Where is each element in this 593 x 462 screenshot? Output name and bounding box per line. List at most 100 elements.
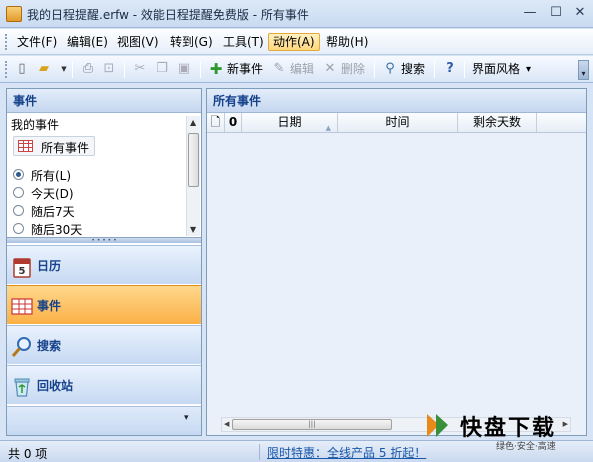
column-type[interactable]: 🗋 [207,113,225,132]
promo-link[interactable]: 限时特惠：全线产品 5 折起！ [267,444,426,461]
vertical-scrollbar[interactable]: ▲ ▼ [186,116,200,236]
edit-button[interactable]: 编辑 [290,61,314,78]
filter-label: 随后30天 [31,223,83,237]
menu-tools[interactable]: 工具(T) [219,33,268,51]
menu-action[interactable]: 动作(A) [268,33,320,51]
radio-icon [13,223,24,234]
menu-view[interactable]: 视图(V) [113,33,163,51]
scroll-thumb[interactable] [188,133,199,187]
filter-label: 随后7天 [31,205,75,219]
item-count: 共 0 项 [8,447,48,461]
chevron-down-icon[interactable]: ▾ [526,61,531,78]
left-pane-header: 事件 [7,89,201,113]
events-list-header: 所有事件 [207,89,586,113]
pane-splitter[interactable]: • • • • • [7,237,201,244]
search-button[interactable]: 搜索 [401,61,425,78]
menu-grip[interactable] [5,34,7,50]
nav-recycle-bin-label: 回收站 [37,379,74,393]
help-icon[interactable]: ? [442,61,458,77]
calendar-icon: 5 [11,256,33,278]
open-dropdown-icon[interactable]: ▼ [56,61,72,77]
recycle-bin-icon [11,376,33,398]
column-days-left-label: 剩余天数 [472,115,521,129]
cut-icon[interactable]: ✂ [132,61,148,77]
scroll-thumb[interactable]: ||| [232,419,392,430]
radio-icon [13,169,24,180]
menu-goto[interactable]: 转到(G) [166,33,217,51]
menu-edit[interactable]: 编辑(E) [63,33,112,51]
column-time[interactable]: 时间 [338,113,458,132]
scroll-left-icon[interactable]: ◀ [224,420,229,428]
nav-search[interactable]: 搜索 [7,325,201,364]
edit-icon[interactable]: ✎ [271,61,287,77]
print-icon[interactable]: ⎙ [80,61,96,77]
toolbar-overflow-button[interactable]: ▾ [578,60,589,80]
magnifier-icon [11,336,33,358]
event-grid-icon [11,296,33,318]
watermark-logo-icon [427,414,448,437]
paperclip-icon: 0 [228,115,238,129]
site-watermark: 快盘下载 绿色·安全·高速 [420,404,590,458]
copy-icon[interactable]: ❐ [154,61,170,77]
toolbar: ▯ ▰ ▼ ⎙ ⊡ ✂ ❐ ▣ ✚ 新事件 ✎ 编辑 ✕ 删除 ⚲ 搜索 ? 界… [0,56,593,83]
close-button[interactable]: ✕ [569,4,591,22]
column-days-left[interactable]: 剩余天数 [458,113,537,132]
toolbar-grip[interactable] [5,61,7,78]
watermark-tagline: 绿色·安全·高速 [496,442,556,452]
calendar-badge: 5 [19,266,26,277]
delete-icon[interactable]: ✕ [322,61,338,77]
new-event-button[interactable]: 新事件 [227,61,263,78]
column-date[interactable]: 日期 ▲ [242,113,338,132]
nav-calendar[interactable]: 5 日历 [7,245,201,284]
ui-style-button[interactable]: 界面风格 [472,61,520,78]
radio-icon [13,205,24,216]
my-events-label: 我的事件 [11,118,60,132]
search-icon[interactable]: ⚲ [382,61,398,77]
new-document-icon[interactable]: ▯ [14,61,30,77]
nav-pane-footer: ▾ [7,406,201,435]
delete-button[interactable]: 删除 [341,61,365,78]
nav-events-label: 事件 [37,299,62,313]
nav-calendar-label: 日历 [37,259,62,273]
open-folder-icon[interactable]: ▰ [36,61,52,77]
all-events-label: 所有事件 [41,141,90,155]
toolbar-separator [200,61,201,78]
sort-ascending-icon: ▲ [325,124,331,132]
grid-header: 🗋 0 日期 ▲ 时间 剩余天数 [207,113,586,133]
events-list-pane: 所有事件 🗋 0 日期 ▲ 时间 剩余天数 ◀ ||| ▶ [206,88,587,436]
column-date-label: 日期 [277,115,302,129]
document-icon: 🗋 [210,115,221,129]
window-title: 我的日程提醒.erfw - 效能日程提醒免费版 - 所有事件 [27,8,309,22]
print-preview-icon[interactable]: ⊡ [101,61,117,77]
watermark-title: 快盘下载 [460,416,557,441]
toolbar-separator [464,61,465,78]
minimize-button[interactable]: — [519,4,541,22]
configure-buttons-icon[interactable]: ▾ [184,413,189,423]
nav-recycle-bin[interactable]: 回收站 [7,365,201,404]
toolbar-separator [374,61,375,78]
status-separator [259,444,260,460]
column-time-label: 时间 [385,115,410,129]
toolbar-separator [124,61,125,78]
left-navigation-pane: 事件 我的事件 所有事件 所有(L) 今天(D) 随后7天 随后30天 ▲ ▼ … [6,88,202,436]
radio-icon [13,187,24,198]
title-bar: 我的日程提醒.erfw - 效能日程提醒免费版 - 所有事件 — ☐ ✕ [0,0,593,28]
all-events-button[interactable]: 所有事件 [13,136,95,156]
add-icon[interactable]: ✚ [208,61,224,77]
paste-icon[interactable]: ▣ [176,61,192,77]
nav-events[interactable]: 事件 [7,285,201,324]
app-icon [6,6,22,22]
filter-label: 所有(L) [31,169,72,183]
grid-icon [18,140,33,152]
menu-help[interactable]: 帮助(H) [322,33,372,51]
filter-label: 今天(D) [31,187,74,201]
menu-bar: 文件(F) 编辑(E) 视图(V) 转到(G) 工具(T) 动作(A) 帮助(H… [0,29,593,55]
scroll-down-icon[interactable]: ▼ [190,225,196,234]
scroll-up-icon[interactable]: ▲ [190,118,196,127]
nav-search-label: 搜索 [37,339,62,353]
maximize-button[interactable]: ☐ [545,4,567,22]
column-attachment[interactable]: 0 [225,113,242,132]
menu-file[interactable]: 文件(F) [13,33,61,51]
toolbar-separator [72,61,73,78]
toolbar-separator [434,61,435,78]
